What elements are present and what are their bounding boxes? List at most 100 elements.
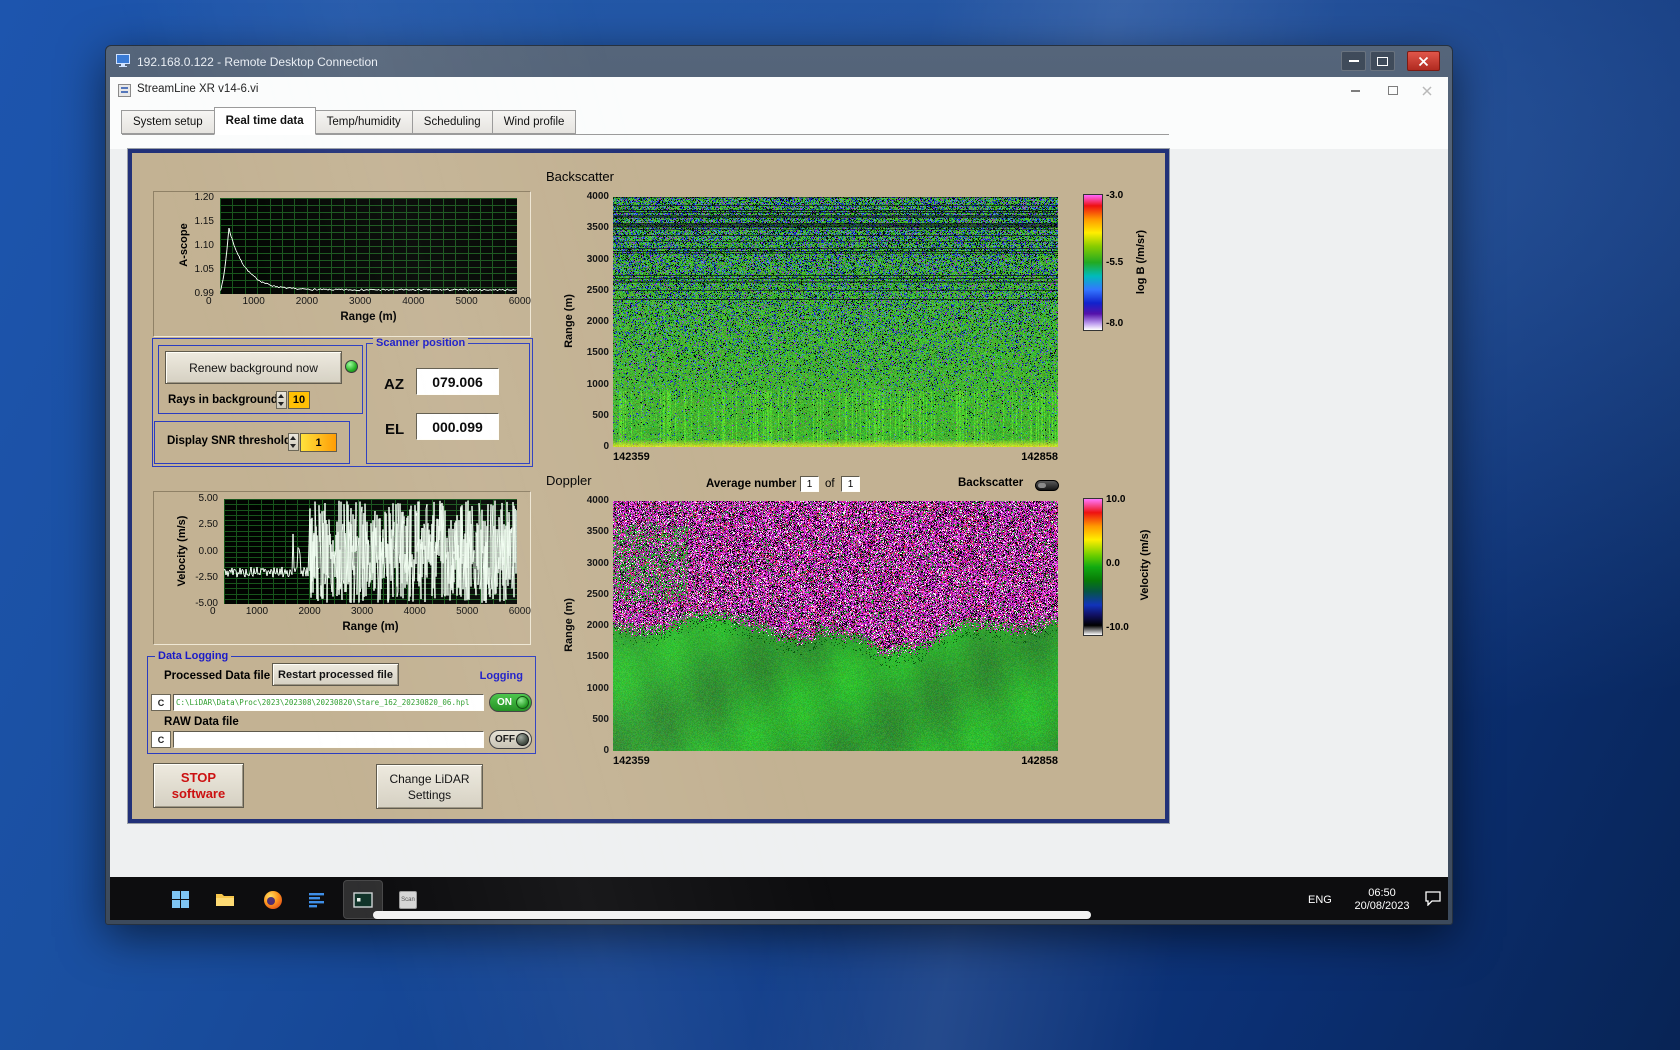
ascope-x-axis: 0 1000 2000 3000 4000 5000 6000: [206, 297, 531, 307]
tick-label: 0.99: [194, 288, 214, 299]
snr-value-field[interactable]: 1: [300, 433, 337, 452]
rays-spinner[interactable]: [276, 391, 287, 409]
tab-bar: System setup Real time data Temp/humidit…: [121, 107, 577, 135]
tick-label: 500: [592, 713, 609, 725]
tick-label: 1000: [242, 296, 265, 307]
raw-logging-toggle[interactable]: OFF: [489, 730, 532, 749]
taskbar-firefox-button[interactable]: [253, 880, 293, 919]
action-center-icon[interactable]: [1424, 890, 1442, 911]
backscatter-plot: [613, 197, 1058, 447]
scanner-position-title: Scanner position: [373, 337, 469, 350]
tick-label: 5000: [455, 296, 478, 307]
maximize-icon: [1377, 56, 1388, 66]
tick-label: -2.50: [195, 571, 218, 583]
app-minimize-button[interactable]: [1340, 81, 1370, 100]
restart-processed-button[interactable]: Restart processed file: [272, 663, 399, 686]
tab-wind-profile[interactable]: Wind profile: [491, 110, 577, 134]
restore-icon: [1388, 86, 1398, 95]
az-value-field: 079.006: [416, 368, 499, 395]
taskbar-file-explorer-button[interactable]: [205, 880, 245, 919]
el-label: EL: [385, 421, 405, 438]
on-label: ON: [497, 697, 512, 708]
processed-logging-toggle[interactable]: ON: [489, 693, 532, 712]
backscatter-time-end: 142858: [1021, 451, 1058, 463]
stop-software-button[interactable]: STOP software: [153, 763, 244, 808]
rdp-window-title: 192.168.0.122 - Remote Desktop Connectio…: [137, 54, 378, 69]
rdp-maximize-button[interactable]: [1370, 51, 1395, 71]
tick-label: 2000: [295, 296, 319, 307]
velocity-x-axis: 0 1000 2000 3000 4000 5000 6000: [210, 607, 531, 617]
tab-real-time-data[interactable]: Real time data: [213, 107, 316, 135]
processed-path-field[interactable]: C:\LiDAR\Data\Proc\2023\202308\20230820\…: [173, 694, 484, 711]
clock-date: 20/08/2023: [1354, 899, 1410, 912]
tick-label: 3000: [586, 557, 609, 569]
data-logging-title: Data Logging: [155, 650, 232, 663]
backscatter-colorbar: [1083, 194, 1103, 331]
raw-drive-button[interactable]: C: [151, 731, 171, 748]
backscatter-y-axis: 4000 3500 3000 2500 2000 1500 1000 500 0: [573, 192, 609, 452]
change-lidar-settings-button[interactable]: Change LiDAR Settings: [376, 764, 483, 809]
doppler-backscatter-toggle[interactable]: [1035, 480, 1059, 491]
rdp-horizontal-scrollbar-thumb[interactable]: [373, 911, 1091, 919]
tick-label: 2000: [298, 606, 321, 617]
remote-desktop-icon: [116, 53, 130, 70]
tick-label: 6000: [508, 296, 531, 307]
tick-label: 0: [210, 606, 216, 617]
rdp-titlebar[interactable]: 192.168.0.122 - Remote Desktop Connectio…: [106, 46, 1452, 77]
toggle-knob: [1038, 483, 1046, 488]
snr-spinner[interactable]: [288, 433, 299, 451]
az-label: AZ: [384, 376, 404, 393]
tick-label: 1000: [245, 606, 269, 617]
doppler-time-start: 142359: [613, 755, 650, 767]
snr-group: Display SNR threshold 1: [154, 421, 350, 464]
raw-path-field[interactable]: [173, 731, 484, 748]
tick-label: 4000: [586, 495, 609, 506]
stop-line1: STOP: [180, 769, 217, 785]
average-total-field[interactable]: 1: [841, 476, 860, 492]
taskbar-text-editor-button[interactable]: [297, 880, 337, 919]
ascope-graph: A-scope 1.20 1.15 1.10 1.05 0.99 0 1000 2000 30…: [153, 191, 531, 337]
rays-value-field[interactable]: 10: [288, 391, 310, 409]
taskbar-streamline-button[interactable]: [343, 880, 383, 919]
tab-system-setup[interactable]: System setup: [121, 110, 215, 134]
processed-drive-button[interactable]: C: [151, 694, 171, 711]
tick-label: 1.15: [194, 216, 214, 227]
doppler-backscatter-toggle-label: Backscatter: [958, 477, 1024, 489]
taskbar-clock[interactable]: 06:50 20/08/2023: [1346, 877, 1418, 920]
tick-label: 0: [603, 745, 609, 756]
background-status-led: [345, 360, 358, 373]
close-icon: [1422, 85, 1432, 96]
tick-label: 1000: [586, 682, 609, 694]
tick-label: -5.00: [195, 598, 218, 609]
file-explorer-icon: [216, 893, 234, 906]
tick-label: 0: [603, 441, 609, 452]
colorbar-tick: -8.0: [1106, 318, 1124, 329]
colorbar-tick: -3.0: [1106, 190, 1124, 201]
taskbar-start-button[interactable]: [160, 880, 200, 919]
tick-label: 2000: [586, 620, 609, 631]
ascope-x-axis-label: Range (m): [340, 311, 397, 323]
processed-path-text: C:\LiDAR\Data\Proc\2023\202308\20230820\…: [176, 698, 470, 707]
average-number-field[interactable]: 1: [800, 476, 819, 492]
rdp-close-button[interactable]: [1407, 51, 1440, 71]
taskbar-scan-button[interactable]: Scan: [388, 880, 428, 919]
app-window-icon: [353, 891, 373, 908]
app-close-button[interactable]: [1412, 81, 1442, 100]
renew-background-button[interactable]: Renew background now: [165, 351, 342, 384]
text-lines-icon: [309, 892, 324, 907]
background-group: Renew background now Rays in background …: [158, 345, 363, 414]
raw-file-label: RAW Data file: [164, 716, 239, 728]
of-label: of: [825, 478, 835, 490]
velocity-x-axis-label: Range (m): [342, 621, 399, 633]
front-panel: A-scope 1.20 1.15 1.10 1.05 0.99 0 1000 2000 30…: [127, 148, 1170, 824]
close-icon: [1418, 56, 1429, 66]
tab-temp-humidity[interactable]: Temp/humidity: [314, 110, 413, 134]
rdp-minimize-button[interactable]: [1341, 51, 1366, 71]
tab-scheduling[interactable]: Scheduling: [411, 110, 493, 134]
scan-app-icon: Scan: [399, 890, 417, 909]
colorbar-tick: -10.0: [1106, 622, 1129, 633]
doppler-colorbar: [1083, 498, 1103, 636]
taskbar-language-indicator[interactable]: ENG: [1302, 877, 1338, 920]
app-restore-button[interactable]: [1378, 81, 1408, 100]
tick-label: 3000: [349, 296, 372, 307]
